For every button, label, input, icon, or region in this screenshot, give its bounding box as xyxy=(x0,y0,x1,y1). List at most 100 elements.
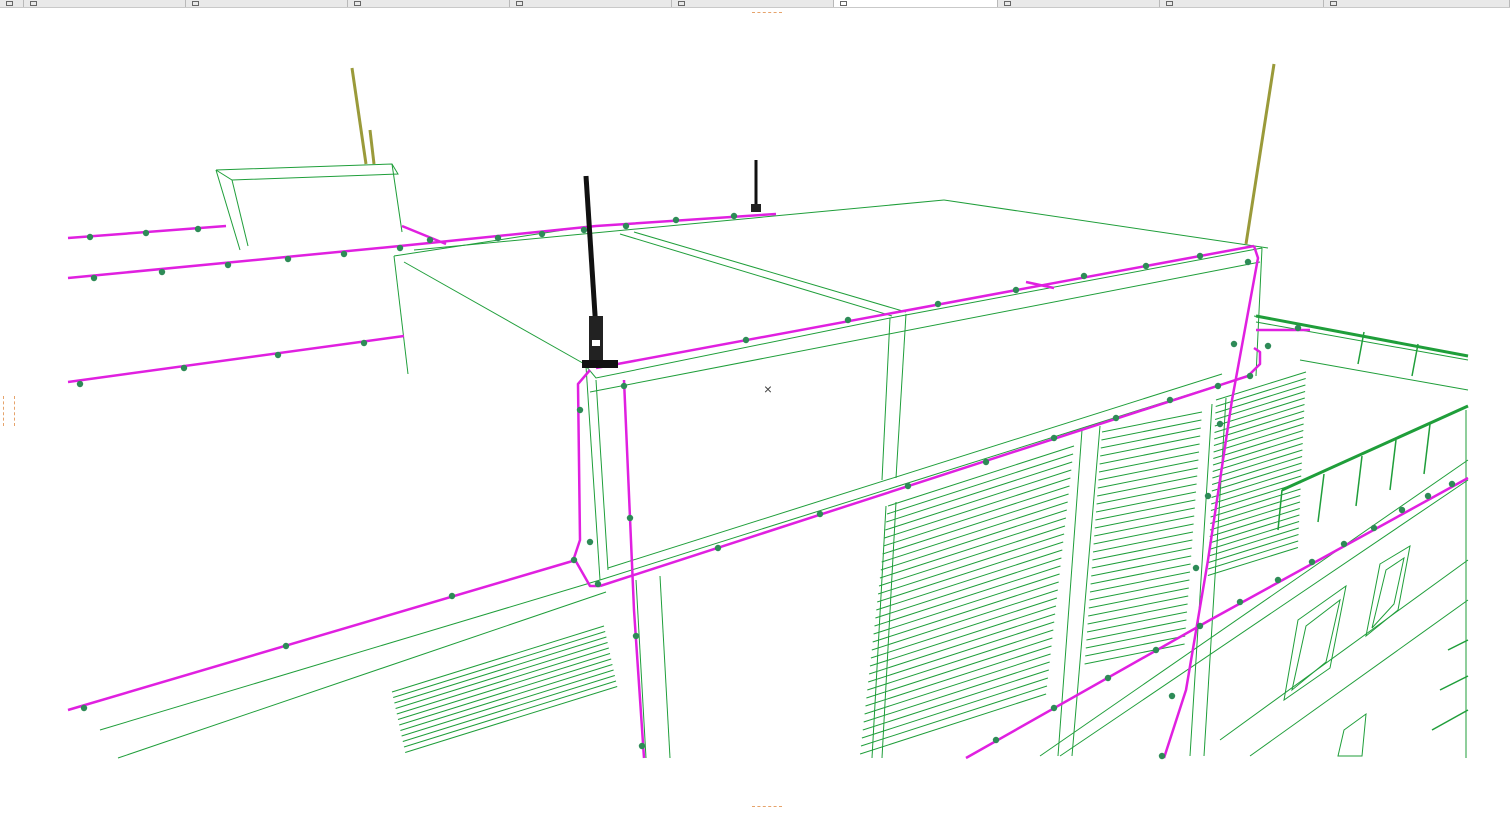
louvre-slat xyxy=(1084,643,1185,665)
louvre-slat xyxy=(1091,555,1192,577)
louvre-slat xyxy=(864,653,1051,715)
conductor-clip xyxy=(158,268,166,276)
louvre-slat xyxy=(866,637,1053,699)
conductor-clip xyxy=(1112,414,1120,422)
louvre-slat xyxy=(874,565,1061,627)
louvre-slat xyxy=(1095,491,1197,513)
louvre-slat xyxy=(1089,579,1190,601)
louvre-slat xyxy=(1094,515,1195,537)
conductor-clip xyxy=(90,274,98,282)
conductor-clip xyxy=(620,382,628,390)
conductor-clip xyxy=(1152,646,1160,654)
louvre-slat xyxy=(860,685,1048,747)
conductor-clip xyxy=(1294,324,1302,332)
conductor-clip xyxy=(672,216,680,224)
louvre-slat xyxy=(1098,451,1200,473)
conductor-clip xyxy=(282,642,290,650)
louvre-slat xyxy=(868,621,1055,683)
louvre-slat xyxy=(1097,475,1198,497)
louvre-slat xyxy=(1101,419,1202,441)
conductor-clip xyxy=(1424,492,1432,500)
louvre-slat xyxy=(1091,547,1192,569)
louvre-slat xyxy=(871,589,1058,651)
conductor-clip xyxy=(86,233,94,241)
louvre-slat xyxy=(1086,611,1188,633)
conductor-clip xyxy=(1012,286,1020,294)
conductor-clip xyxy=(586,538,594,546)
louvre-slat xyxy=(883,485,1070,547)
louvre-slat xyxy=(885,469,1072,531)
conductor-clip xyxy=(1196,622,1204,630)
conductor-clip xyxy=(714,544,722,552)
conductor-clip xyxy=(1104,674,1112,682)
louvre-slat xyxy=(859,693,1047,755)
conductor-clip xyxy=(1370,524,1378,532)
louvre-slat xyxy=(867,629,1054,691)
louvre-slat xyxy=(1094,507,1195,529)
conductor-clip xyxy=(1246,372,1254,380)
louvre-slat xyxy=(1093,523,1194,545)
conductor-clip xyxy=(580,226,588,234)
conductor-clip xyxy=(360,339,368,347)
louvre-slat xyxy=(868,613,1056,675)
conductor-clip xyxy=(142,229,150,237)
louvre-slat xyxy=(1100,435,1201,457)
louvre-slat xyxy=(1095,499,1196,521)
conductor-clip xyxy=(1168,692,1176,700)
louvre-slat xyxy=(1090,563,1191,585)
louvre-slat xyxy=(875,557,1062,619)
conductor-clip xyxy=(622,222,630,230)
louvre-slat xyxy=(1092,531,1194,553)
conductor-clip xyxy=(1196,252,1204,260)
conductor-clip xyxy=(982,458,990,466)
conductor-clip xyxy=(426,236,434,244)
louvre-slat xyxy=(862,669,1049,731)
conductor-clip xyxy=(844,316,852,324)
louvre-slat xyxy=(1088,587,1189,609)
louvre-slat xyxy=(1089,571,1191,593)
louvre-slat xyxy=(884,477,1071,539)
louvre-slat xyxy=(877,533,1065,595)
conductor-clip xyxy=(1204,492,1212,500)
conductor-clip xyxy=(730,212,738,220)
louvre-slat xyxy=(1092,539,1193,561)
conductor-clip xyxy=(1236,598,1244,606)
conductor-clip xyxy=(494,234,502,242)
conductor-clip xyxy=(1398,506,1406,514)
conductor-clip xyxy=(1166,396,1174,404)
conductor-clip xyxy=(594,580,602,588)
conductor-clip xyxy=(1050,704,1058,712)
louvre-slat xyxy=(1097,467,1198,489)
louvre-slat xyxy=(882,493,1069,555)
louvre-slat xyxy=(861,677,1049,739)
louvre-slat xyxy=(1098,459,1199,481)
conductor-clip xyxy=(1050,434,1058,442)
conductor-clip xyxy=(1142,262,1150,270)
conductor-clip xyxy=(1340,540,1348,548)
antenna-mast xyxy=(582,160,761,368)
conductor-clip xyxy=(816,510,824,518)
conductor-clip xyxy=(1192,564,1200,572)
louvre-slat xyxy=(873,573,1060,635)
louvre-slat xyxy=(872,581,1059,643)
louvre-slat xyxy=(880,509,1067,571)
cursor-marker: × xyxy=(764,381,772,397)
louvre-slat xyxy=(879,517,1067,579)
louvre-slat xyxy=(878,525,1066,587)
conductor-clip xyxy=(1230,340,1238,348)
conductor-clip xyxy=(538,230,546,238)
conductor-clip xyxy=(284,255,292,263)
louvre-slat xyxy=(1086,619,1187,641)
conductor-clip xyxy=(742,336,750,344)
building-wireframe xyxy=(99,163,1469,759)
conductor-clip xyxy=(76,380,84,388)
conductor-clip xyxy=(576,406,584,414)
3d-viewport[interactable]: × xyxy=(0,0,1510,814)
conductor-clip xyxy=(1448,480,1456,488)
louvre-slat xyxy=(1085,635,1186,657)
conductor-clip xyxy=(396,244,404,252)
conductor-clip xyxy=(1264,342,1272,350)
conductor-clip xyxy=(224,261,232,269)
conductor-clip xyxy=(570,556,578,564)
conductor-clip xyxy=(194,225,202,233)
